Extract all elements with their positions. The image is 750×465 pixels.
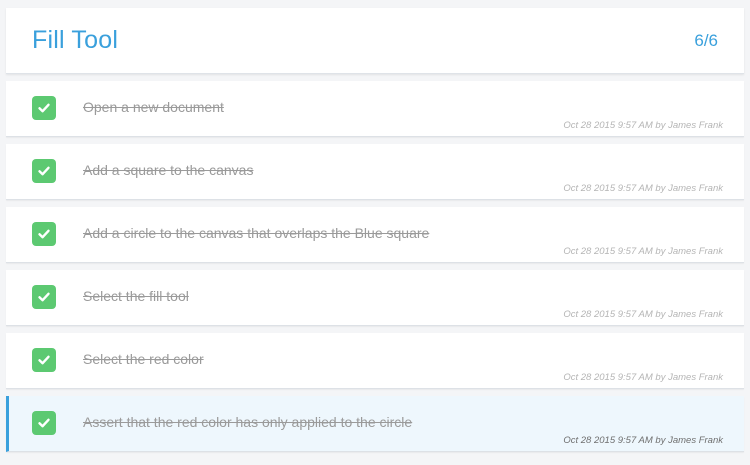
task-label: Select the red color: [83, 351, 204, 367]
task-row[interactable]: Open a new document Oct 28 2015 9:57 AM …: [6, 81, 744, 137]
task-label: Add a circle to the canvas that overlaps…: [83, 225, 430, 241]
task-row[interactable]: Select the fill tool Oct 28 2015 9:57 AM…: [6, 270, 744, 326]
page-title: Fill Tool: [32, 26, 119, 54]
task-meta: Oct 28 2015 9:57 AM by James Frank: [563, 372, 723, 383]
task-checkbox[interactable]: [32, 222, 56, 246]
task-meta: Oct 28 2015 9:57 AM by James Frank: [563, 246, 723, 257]
task-meta: Oct 28 2015 9:57 AM by James Frank: [563, 183, 723, 194]
task-checkbox[interactable]: [32, 285, 56, 309]
task-label: Add a square to the canvas: [83, 162, 254, 178]
task-row[interactable]: Add a square to the canvas Oct 28 2015 9…: [6, 144, 744, 200]
task-label: Select the fill tool: [83, 288, 189, 304]
checklist-page: Fill Tool 6/6 Open a new document Oct 28…: [0, 0, 750, 465]
checkmark-icon: [38, 166, 50, 176]
task-row[interactable]: Select the red color Oct 28 2015 9:57 AM…: [6, 333, 744, 389]
task-label: Assert that the red color has only appli…: [83, 414, 413, 430]
checkmark-icon: [38, 229, 50, 239]
progress-count: 6/6: [694, 30, 718, 50]
task-list: Open a new document Oct 28 2015 9:57 AM …: [6, 81, 744, 452]
checklist-header: Fill Tool 6/6: [6, 8, 744, 74]
task-checkbox[interactable]: [32, 96, 56, 120]
task-checkbox[interactable]: [32, 159, 56, 183]
task-checkbox[interactable]: [32, 411, 56, 435]
task-meta: Oct 28 2015 9:57 AM by James Frank: [563, 120, 723, 131]
task-row[interactable]: Add a circle to the canvas that overlaps…: [6, 207, 744, 263]
task-meta: Oct 28 2015 9:57 AM by James Frank: [563, 309, 723, 320]
checkmark-icon: [38, 292, 50, 302]
task-checkbox[interactable]: [32, 348, 56, 372]
task-label: Open a new document: [83, 99, 224, 115]
checkmark-icon: [38, 418, 50, 428]
checkmark-icon: [38, 103, 50, 113]
task-meta: Oct 28 2015 9:57 AM by James Frank: [563, 435, 723, 446]
checkmark-icon: [38, 355, 50, 365]
task-row-selected[interactable]: Assert that the red color has only appli…: [6, 396, 744, 452]
